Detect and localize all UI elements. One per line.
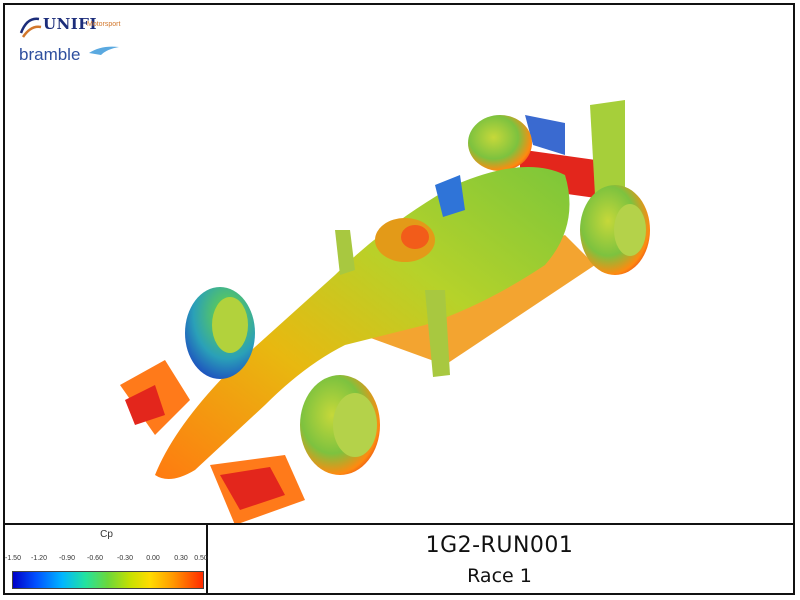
cp-colorbar xyxy=(12,571,204,589)
legend-ticks: -1.50 -1.20 -0.90 -0.60 -0.30 0.00 0.30 … xyxy=(5,555,208,565)
legend-tick: 0.50 xyxy=(194,555,208,562)
legend-tick: -0.60 xyxy=(87,555,103,562)
rear-left-tyre xyxy=(468,115,532,171)
car-cfd-render xyxy=(120,100,650,523)
run-title: 1G2-RUN001 xyxy=(425,533,574,558)
legend-tick: -1.50 xyxy=(5,555,21,562)
legend-title: Cp xyxy=(100,529,113,540)
run-subtitle: Race 1 xyxy=(467,565,532,587)
run-info: 1G2-RUN001 Race 1 xyxy=(208,525,791,593)
legend-tick: -0.30 xyxy=(117,555,133,562)
info-bar: Cp -1.50 -1.20 -0.90 -0.60 -0.30 0.00 0.… xyxy=(5,523,793,593)
legend-tick: -1.20 xyxy=(31,555,47,562)
legend-tick: -0.90 xyxy=(59,555,75,562)
legend-tick: 0.00 xyxy=(146,555,160,562)
legend-tick: 0.30 xyxy=(174,555,188,562)
cp-legend: Cp -1.50 -1.20 -0.90 -0.60 -0.30 0.00 0.… xyxy=(5,525,208,593)
render-viewport[interactable]: UNIFI Motorsport bramble xyxy=(5,5,793,523)
